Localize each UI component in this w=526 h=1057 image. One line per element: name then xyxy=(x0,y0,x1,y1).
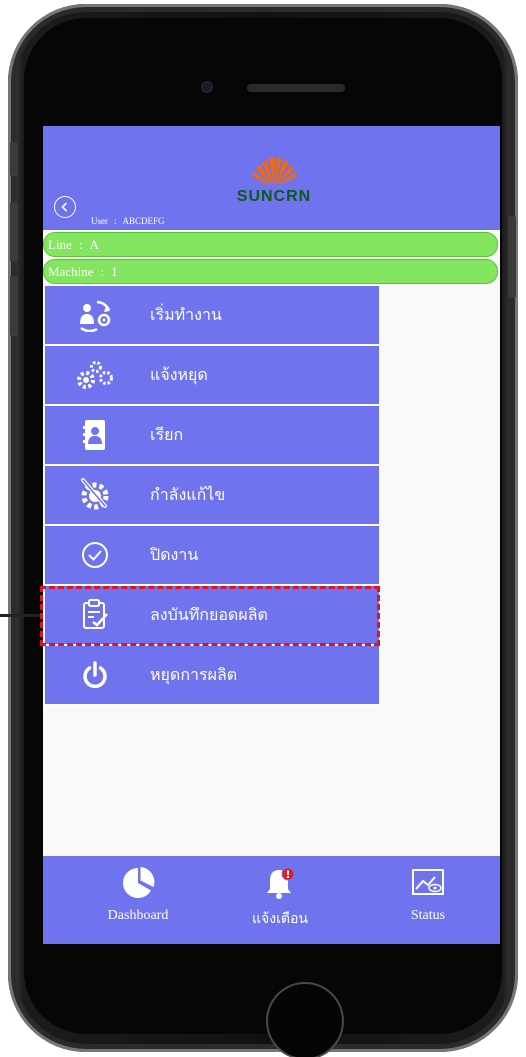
earpiece-speaker xyxy=(247,84,345,92)
brand-name: SUNCRN xyxy=(236,188,312,205)
line-separator: : xyxy=(78,237,83,252)
volume-down-button xyxy=(10,276,18,336)
gears-icon xyxy=(45,346,145,404)
line-value: A xyxy=(89,237,99,252)
sun-rays-icon xyxy=(249,157,299,190)
user-info: User: ABCDEFG xyxy=(91,216,165,226)
pie-chart-icon xyxy=(121,864,155,902)
menu-item-call[interactable]: เรียก xyxy=(45,406,379,466)
user-separator: : xyxy=(114,216,117,226)
machine-status-bar: Machine:1 xyxy=(43,259,498,284)
tab-label: Status xyxy=(410,908,446,923)
tab-dashboard[interactable]: Dashboard xyxy=(83,856,193,944)
machine-label: Machine xyxy=(48,264,94,279)
tab-label: Dashboard xyxy=(107,908,169,923)
menu-item-label: ลงบันทึกยอดผลิต xyxy=(150,606,268,624)
line-status-bar: Line: A xyxy=(43,232,498,257)
chevron-left-icon xyxy=(61,202,68,212)
tab-label: แจ้งเตือน xyxy=(252,912,308,927)
power-button xyxy=(508,216,516,298)
brand-logo: SUNCRN xyxy=(215,144,333,206)
menu-item-close-job[interactable]: ปิดงาน xyxy=(45,526,379,586)
machine-separator: : xyxy=(100,264,105,279)
bell-notification-icon xyxy=(263,864,297,902)
menu-item-record-production[interactable]: ลงบันทึกยอดผลิต xyxy=(45,586,379,646)
bottom-tab-bar: Dashboard แจ้งเตือน Status xyxy=(43,856,500,944)
front-camera xyxy=(201,81,213,93)
menu-item-label: กำลังแก้ไข xyxy=(150,486,226,504)
annotation-pointer-line xyxy=(0,614,40,617)
menu-item-label: แจ้งหยุด xyxy=(150,366,208,384)
main-menu: เริ่มทำงาน แจ้งหยุด เรียก กำลังแก้ไข ปิด… xyxy=(45,286,379,706)
monitor-chart-icon xyxy=(410,864,446,902)
menu-item-label: หยุดการผลิต xyxy=(150,666,238,684)
mute-switch xyxy=(10,142,18,176)
volume-up-button xyxy=(10,202,18,262)
user-label: User xyxy=(91,216,108,226)
app-screen: SUNCRN User: ABCDEFG Line: A Machine:1 เ… xyxy=(43,126,500,944)
check-circle-icon xyxy=(45,526,145,584)
menu-item-label: ปิดงาน xyxy=(150,546,199,564)
start-work-icon xyxy=(45,286,145,344)
power-icon xyxy=(45,646,145,704)
repair-gear-icon xyxy=(45,466,145,524)
home-button[interactable] xyxy=(266,982,344,1057)
menu-item-fixing[interactable]: กำลังแก้ไข xyxy=(45,466,379,526)
menu-item-stop-production[interactable]: หยุดการผลิต xyxy=(45,646,379,706)
tab-status[interactable]: Status xyxy=(373,856,483,944)
menu-item-label: เริ่มทำงาน xyxy=(150,306,222,324)
menu-item-label: เรียก xyxy=(150,426,184,444)
user-name: ABCDEFG xyxy=(122,216,165,226)
clipboard-check-icon xyxy=(45,586,145,644)
menu-item-start-work[interactable]: เริ่มทำงาน xyxy=(45,286,379,346)
back-button[interactable] xyxy=(54,196,76,218)
menu-item-report-stop[interactable]: แจ้งหยุด xyxy=(45,346,379,406)
tab-alerts[interactable]: แจ้งเตือน xyxy=(225,856,335,944)
contact-book-icon xyxy=(45,406,145,464)
app-header: SUNCRN User: ABCDEFG xyxy=(43,126,500,230)
line-label: Line xyxy=(48,237,72,252)
machine-value: 1 xyxy=(111,264,118,279)
